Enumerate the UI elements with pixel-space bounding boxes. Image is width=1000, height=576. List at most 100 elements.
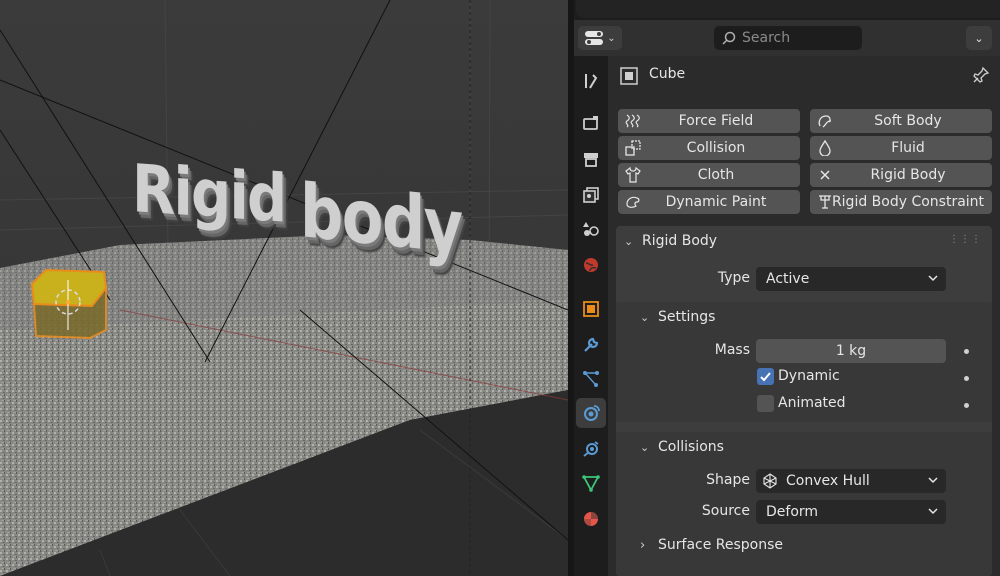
top-strip: [574, 0, 1000, 20]
force-field-button[interactable]: Force Field: [618, 109, 800, 133]
soft-body-label: Soft Body: [874, 113, 942, 129]
chevron-down-icon: ⌄: [607, 32, 616, 44]
collision-button[interactable]: Collision: [618, 136, 800, 160]
viewport-scene: [0, 0, 568, 576]
shape-label: Shape: [706, 472, 750, 488]
constraints-icon: [583, 441, 599, 457]
pin-icon[interactable]: [972, 66, 990, 84]
material-icon: [584, 512, 598, 526]
tool-icon: [585, 74, 598, 89]
physics-icon: [584, 405, 600, 421]
options-dropdown-button[interactable]: ⌄: [966, 26, 992, 50]
chevron-down-icon: ⌄: [640, 310, 650, 324]
chevron-down-icon: ⌄: [624, 234, 634, 248]
dynamic-keyframe-dot[interactable]: [964, 376, 969, 381]
drag-handle-icon[interactable]: ⋮⋮⋮: [949, 234, 982, 245]
mass-value: 1 kg: [835, 343, 867, 359]
tab-modifiers[interactable]: [576, 330, 606, 360]
properties-header: ⌄ ⌄: [574, 20, 1000, 56]
source-dropdown[interactable]: Deform: [756, 500, 946, 524]
object-name: Cube: [649, 66, 686, 82]
search-field[interactable]: [714, 26, 862, 50]
collisions-title: Collisions: [658, 439, 724, 455]
properties-tab-strip: [574, 56, 608, 576]
wrench-icon: [584, 337, 599, 352]
tab-object[interactable]: [576, 294, 606, 324]
tab-output[interactable]: [576, 144, 606, 174]
chevron-down-icon: [928, 275, 938, 282]
tab-world[interactable]: [576, 250, 606, 280]
editor-type-button[interactable]: ⌄: [578, 26, 622, 50]
viewport-3d-text-word1[interactable]: Rigid: [132, 150, 285, 238]
constraint-hinge-icon: [819, 195, 831, 209]
soft-body-icon: [818, 115, 832, 128]
force-field-label: Force Field: [678, 113, 754, 129]
fluid-label: Fluid: [891, 140, 925, 156]
mass-field[interactable]: 1 kg: [756, 339, 946, 363]
dynamic-paint-button[interactable]: Dynamic Paint: [618, 190, 800, 214]
fluid-button[interactable]: Fluid: [810, 136, 992, 160]
cloth-label: Cloth: [697, 167, 735, 183]
selected-cube[interactable]: [30, 268, 108, 340]
tab-physics[interactable]: [576, 398, 606, 428]
soft-body-button[interactable]: Soft Body: [810, 109, 992, 133]
dynamic-paint-icon: [626, 196, 640, 208]
properties-content: Cube Force Field Soft Body Collision Flu…: [608, 56, 1000, 576]
render-icon: [583, 116, 598, 130]
dynamic-paint-label: Dynamic Paint: [665, 194, 767, 210]
chevron-down-icon: [928, 508, 938, 515]
shape-value: Convex Hull: [786, 473, 870, 489]
tab-tool[interactable]: [576, 66, 606, 96]
rigid-body-label: Rigid Body: [870, 167, 946, 183]
tab-view-layer[interactable]: [576, 180, 606, 210]
tab-constraints[interactable]: [576, 434, 606, 464]
panel-title: Rigid Body: [642, 233, 718, 249]
dynamic-checkbox[interactable]: [757, 368, 774, 385]
blender-window: Rigid body ⌄ Search ⌄ Cube Force Field S…: [0, 0, 1000, 576]
type-dropdown[interactable]: Active: [756, 267, 946, 291]
chevron-right-icon: ›: [640, 537, 646, 553]
tab-particles[interactable]: [576, 364, 606, 394]
object-icon: [583, 301, 599, 317]
search-input[interactable]: [742, 30, 852, 46]
collisions-subpanel-header[interactable]: ⌄ Collisions: [632, 432, 724, 462]
type-label: Type: [717, 270, 750, 286]
fluid-drop-icon: [819, 140, 831, 156]
tab-render[interactable]: [576, 108, 606, 138]
collision-label: Collision: [686, 140, 746, 156]
3d-viewport[interactable]: Rigid body: [0, 0, 568, 576]
type-value: Active: [766, 271, 810, 287]
particles-icon: [583, 371, 599, 387]
rigid-body-panel-header[interactable]: ⌄ Rigid Body ⋮⋮⋮: [616, 226, 992, 256]
rigid-body-constraint-button[interactable]: Rigid Body Constraint: [810, 190, 992, 214]
mesh-data-icon: [582, 475, 600, 492]
output-icon: [584, 153, 598, 167]
cloth-shirt-icon: [625, 167, 641, 183]
rigid-body-button[interactable]: Rigid Body: [810, 163, 992, 187]
chevron-down-icon: ⌄: [974, 31, 984, 45]
tab-material[interactable]: [576, 504, 606, 534]
remove-x-icon: [820, 170, 830, 180]
settings-title: Settings: [658, 309, 716, 325]
context-breadcrumb: Cube: [608, 62, 1000, 88]
viewport-3d-text-word2[interactable]: body: [300, 168, 462, 271]
settings-subpanel-header[interactable]: ⌄ Settings: [632, 302, 715, 332]
animated-label: Animated: [778, 395, 846, 411]
cloth-button[interactable]: Cloth: [618, 163, 800, 187]
animated-keyframe-dot[interactable]: [964, 403, 969, 408]
tab-scene[interactable]: [576, 214, 606, 244]
search-icon: [722, 31, 736, 45]
tab-data[interactable]: [576, 468, 606, 498]
view-layer-icon: [583, 187, 599, 203]
animated-checkbox[interactable]: [757, 395, 774, 412]
mass-label: Mass: [714, 342, 750, 358]
surface-response-subpanel-header[interactable]: › Surface Response: [632, 530, 783, 560]
shape-dropdown[interactable]: Convex Hull: [756, 469, 946, 493]
chevron-down-icon: [928, 477, 938, 484]
rigid-body-panel: ⌄ Rigid Body ⋮⋮⋮ Type Active ⌄ Settings …: [616, 226, 992, 576]
source-value: Deform: [766, 504, 819, 520]
force-field-icon: [625, 114, 640, 128]
properties-editor: ⌄ ⌄: [574, 0, 1000, 576]
collisions-subpanel: ⌄ Collisions Shape Convex Hull Source De…: [616, 432, 992, 576]
mass-keyframe-dot[interactable]: [964, 349, 969, 354]
